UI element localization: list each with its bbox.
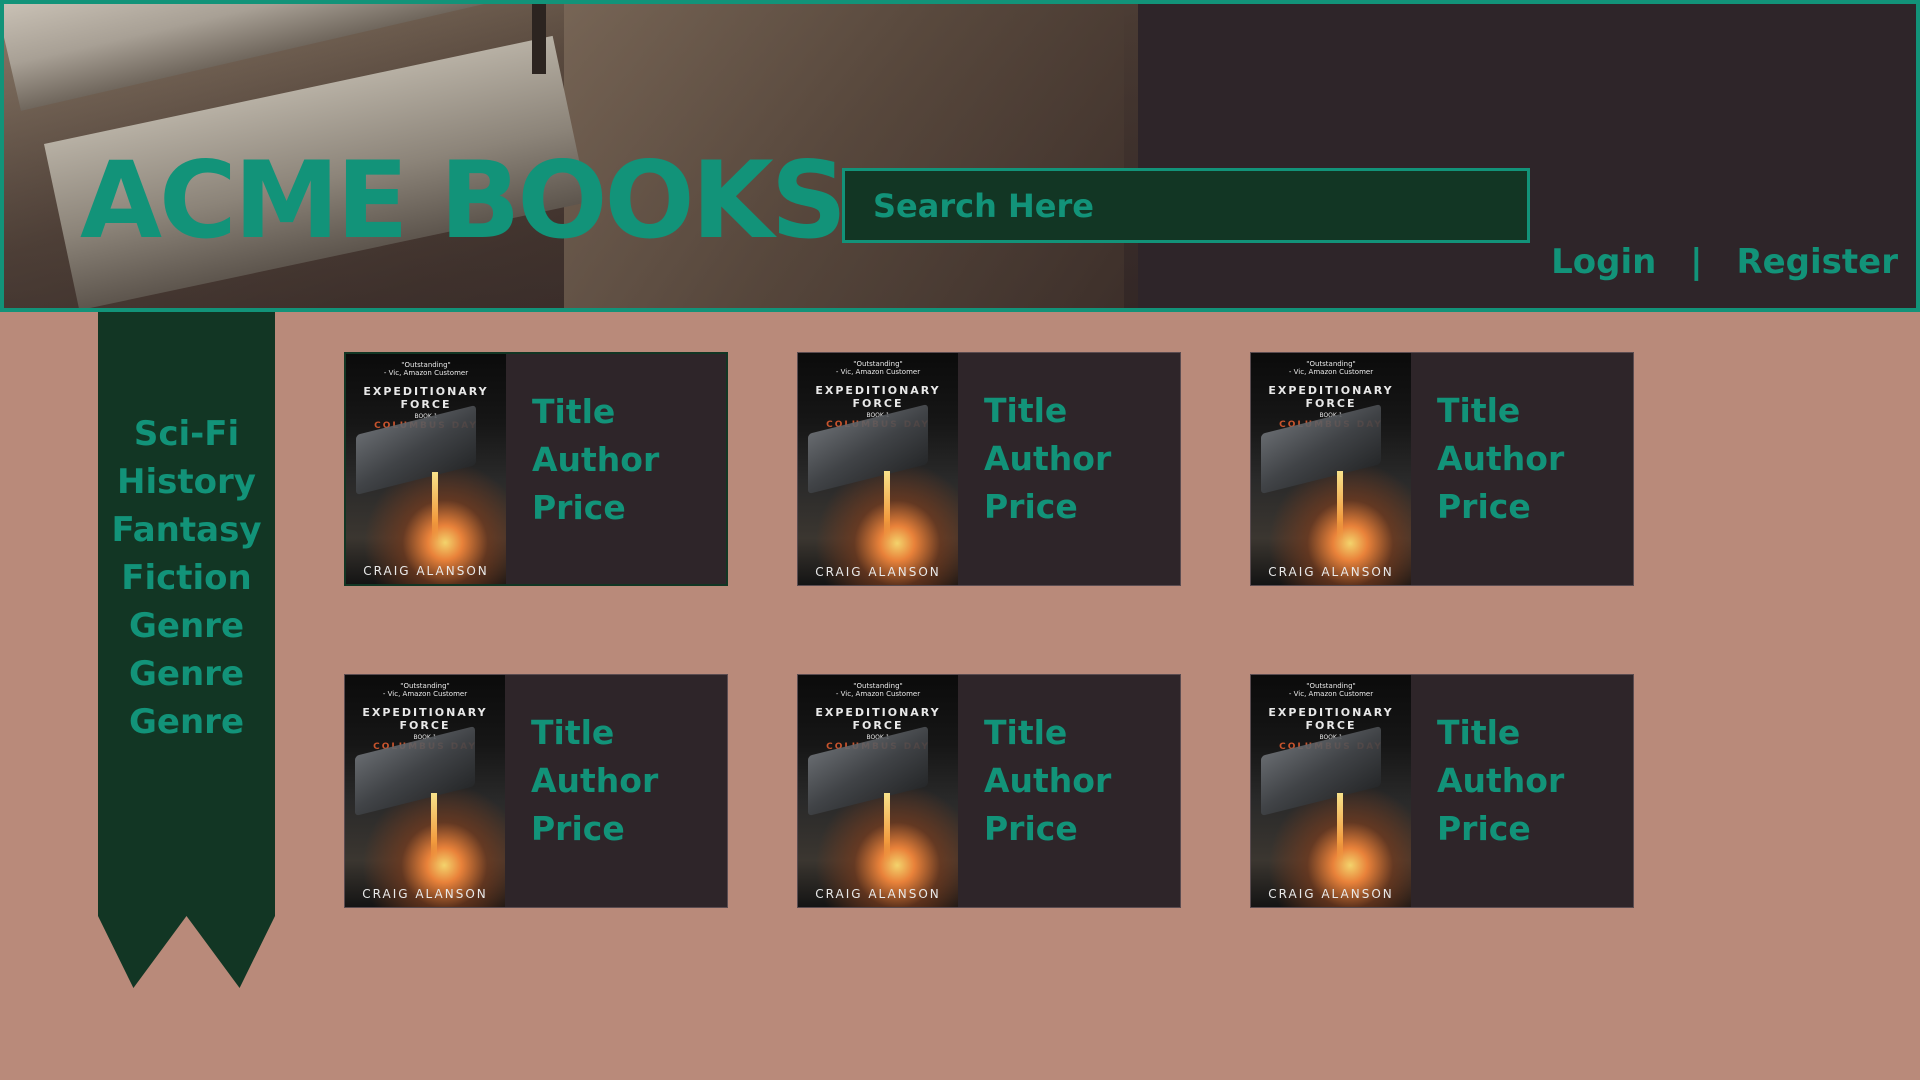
book-title: Title (1437, 713, 1521, 752)
book-price: Price (532, 488, 626, 527)
book-cover-image: "Outstanding" - Vic, Amazon Customer EXPE… (346, 354, 506, 584)
auth-separator: | (1690, 242, 1703, 282)
genre-item-fiction[interactable]: Fiction (98, 554, 275, 602)
genre-item-genre[interactable]: Genre (98, 698, 275, 746)
genre-list: Sci-Fi History Fantasy Fiction Genre Gen… (98, 410, 275, 746)
genre-item-sci-fi[interactable]: Sci-Fi (98, 410, 275, 458)
site-header: ACME BOOKS Login | Register (0, 0, 1920, 312)
genre-item-history[interactable]: History (98, 458, 275, 506)
book-author: Author (531, 761, 659, 800)
book-cover-image: "Outstanding" - Vic, Amazon Customer EXPE… (798, 675, 958, 907)
book-author: Author (1437, 761, 1565, 800)
site-logo[interactable]: ACME BOOKS (80, 139, 847, 262)
book-price: Price (1437, 809, 1531, 848)
auth-links: Login | Register (1551, 242, 1898, 282)
book-card[interactable]: "Outstanding" - Vic, Amazon Customer EXPE… (797, 674, 1181, 908)
login-link[interactable]: Login (1551, 242, 1656, 282)
book-price: Price (984, 809, 1078, 848)
book-price: Price (1437, 487, 1531, 526)
book-title: Title (984, 713, 1068, 752)
book-title: Title (1437, 391, 1521, 430)
book-card[interactable]: "Outstanding" - Vic, Amazon Customer EXPE… (344, 674, 728, 908)
book-cover-image: "Outstanding" - Vic, Amazon Customer EXPE… (1251, 675, 1411, 907)
book-price: Price (984, 487, 1078, 526)
book-cover-image: "Outstanding" - Vic, Amazon Customer EXPE… (798, 353, 958, 585)
book-title: Title (531, 713, 615, 752)
book-card[interactable]: "Outstanding" - Vic, Amazon Customer EXPE… (797, 352, 1181, 586)
book-author: Author (984, 761, 1112, 800)
genre-item-genre[interactable]: Genre (98, 602, 275, 650)
book-title: Title (984, 391, 1068, 430)
book-cover-image: "Outstanding" - Vic, Amazon Customer EXPE… (345, 675, 505, 907)
register-link[interactable]: Register (1736, 242, 1898, 282)
book-title: Title (532, 392, 616, 431)
book-price: Price (531, 809, 625, 848)
book-author: Author (1437, 439, 1565, 478)
search-input[interactable] (842, 168, 1530, 243)
genre-item-fantasy[interactable]: Fantasy (98, 506, 275, 554)
book-cover-image: "Outstanding" - Vic, Amazon Customer EXPE… (1251, 353, 1411, 585)
book-author: Author (984, 439, 1112, 478)
genre-item-genre[interactable]: Genre (98, 650, 275, 698)
book-card[interactable]: "Outstanding" - Vic, Amazon Customer EXPE… (1250, 352, 1634, 586)
book-author: Author (532, 440, 660, 479)
book-card[interactable]: "Outstanding" - Vic, Amazon Customer EXPE… (344, 352, 728, 586)
book-card[interactable]: "Outstanding" - Vic, Amazon Customer EXPE… (1250, 674, 1634, 908)
